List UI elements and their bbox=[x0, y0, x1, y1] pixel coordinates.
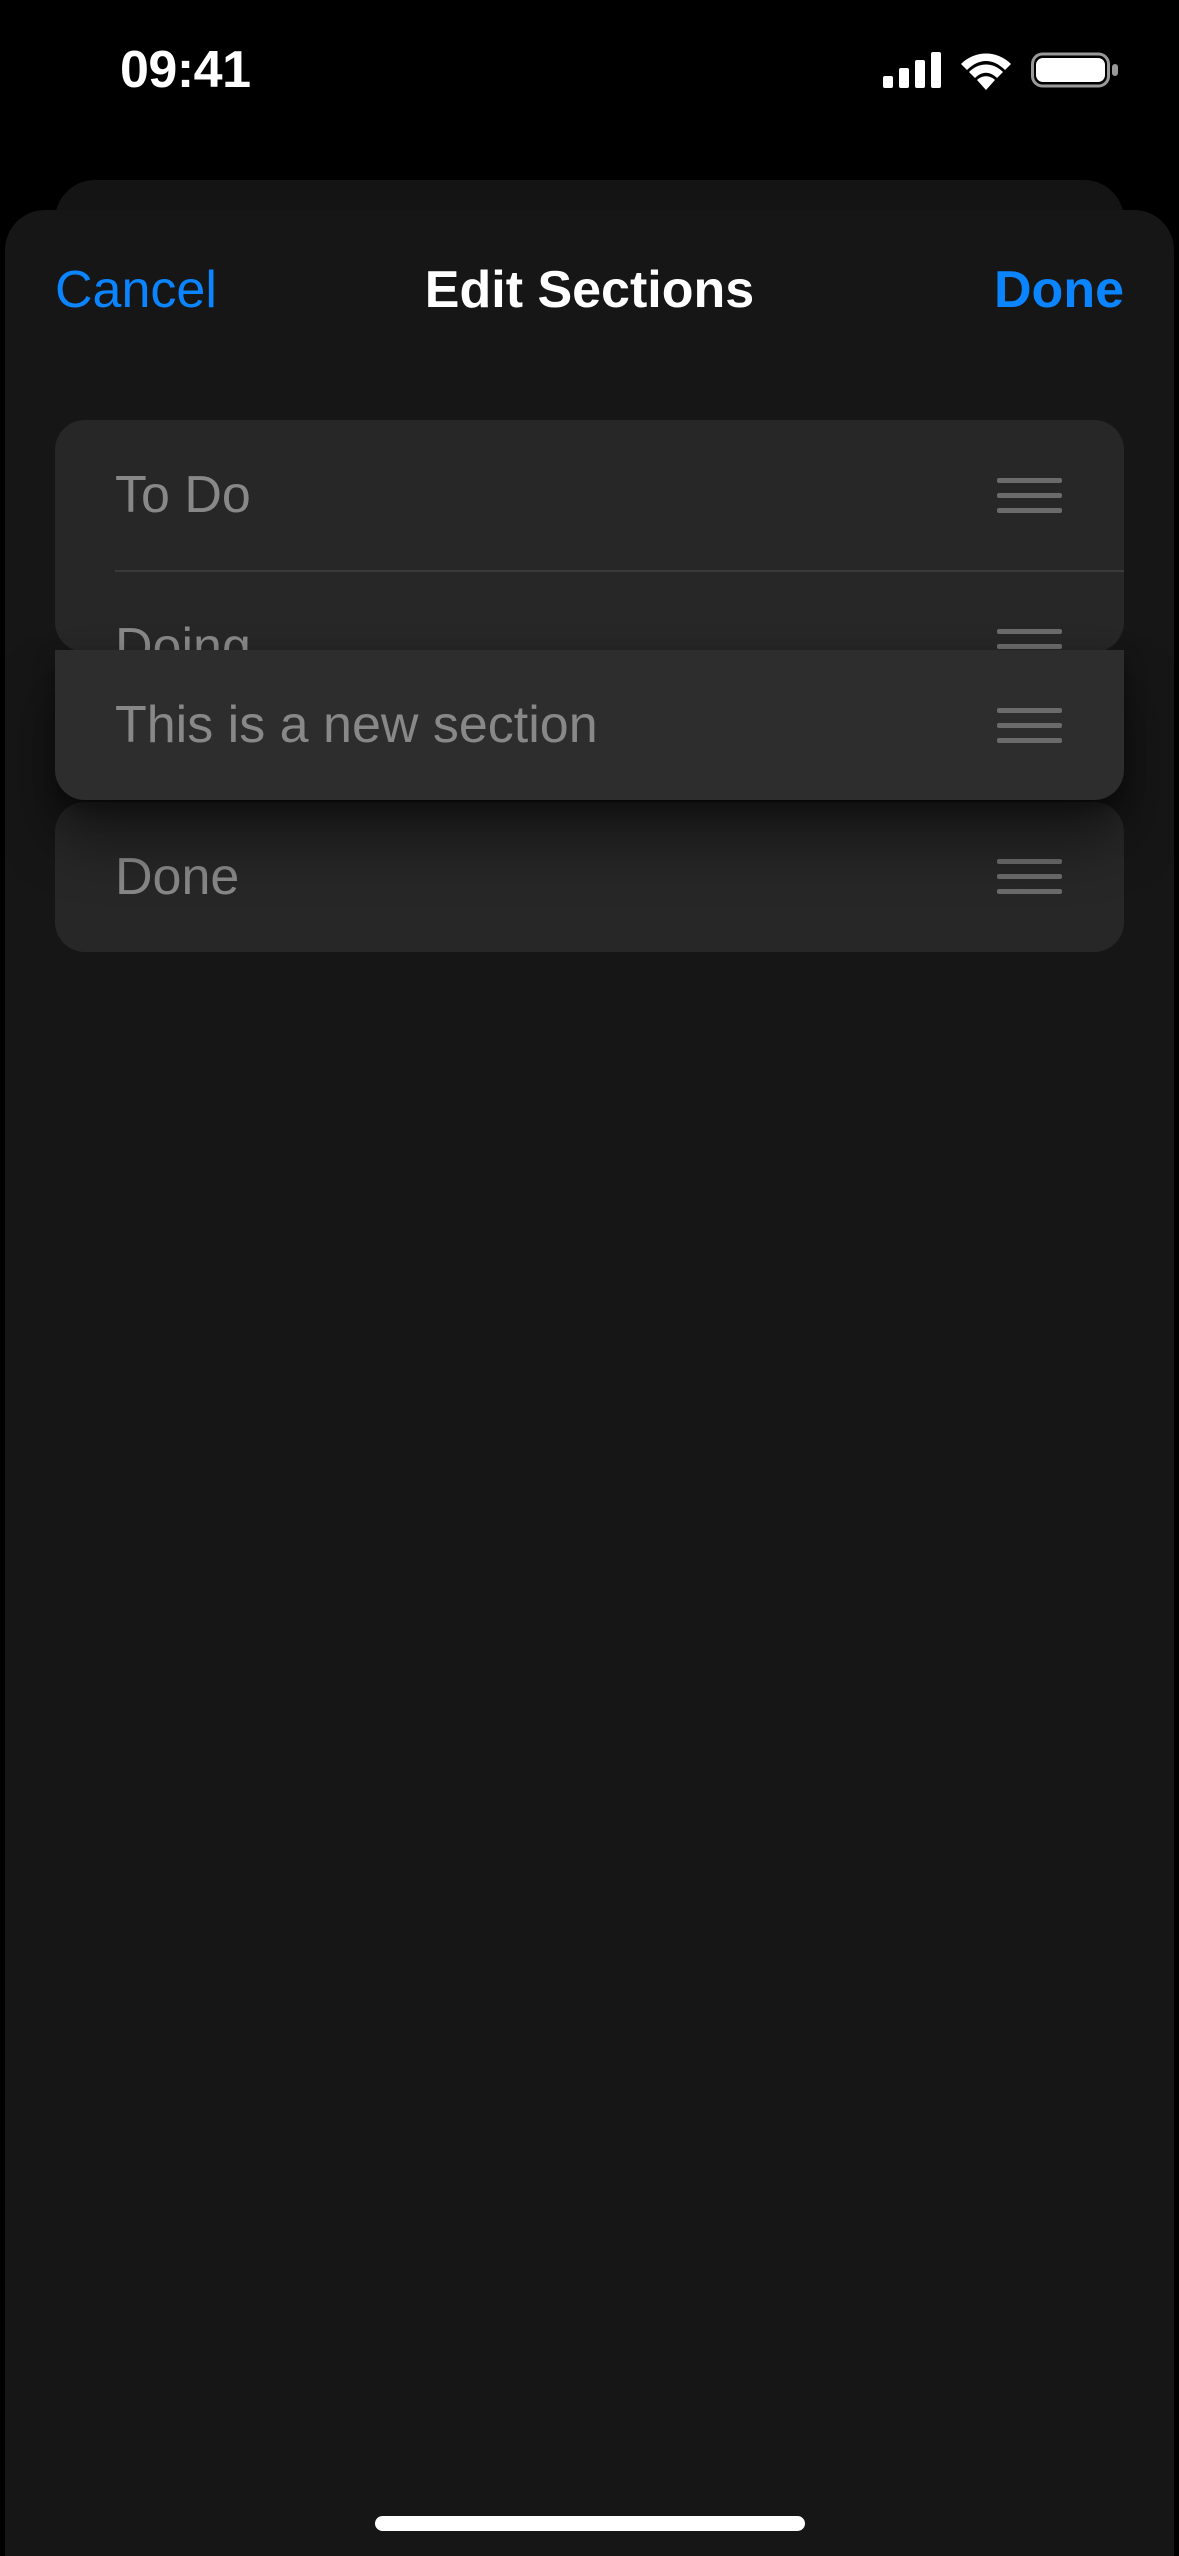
cancel-button[interactable]: Cancel bbox=[55, 260, 217, 320]
edit-sections-sheet: Cancel Edit Sections Done To Do Doing bbox=[5, 210, 1174, 2556]
wifi-icon bbox=[959, 50, 1013, 90]
drag-handle-icon[interactable] bbox=[994, 478, 1064, 513]
section-label: This is a new section bbox=[115, 695, 598, 755]
page-title: Edit Sections bbox=[425, 260, 754, 320]
battery-icon bbox=[1031, 50, 1119, 90]
sections-list: To Do Doing This is a new section bbox=[5, 370, 1174, 952]
section-label: Doing bbox=[115, 617, 251, 652]
section-row-dragging[interactable]: This is a new section bbox=[55, 650, 1124, 800]
section-group-top: To Do Doing bbox=[55, 420, 1124, 652]
drag-handle-icon[interactable] bbox=[994, 629, 1064, 652]
section-row-todo[interactable]: To Do bbox=[55, 420, 1124, 570]
home-indicator[interactable] bbox=[375, 2516, 805, 2531]
status-indicators bbox=[883, 50, 1119, 90]
section-label: To Do bbox=[115, 465, 251, 525]
section-row-done[interactable]: Done bbox=[55, 802, 1124, 952]
section-row-doing[interactable]: Doing bbox=[55, 572, 1124, 652]
done-button[interactable]: Done bbox=[994, 260, 1124, 320]
status-bar: 09:41 bbox=[0, 0, 1179, 140]
status-time: 09:41 bbox=[120, 40, 251, 100]
cellular-icon bbox=[883, 52, 941, 88]
section-label: Done bbox=[115, 847, 239, 907]
drag-handle-icon[interactable] bbox=[994, 859, 1064, 894]
nav-bar: Cancel Edit Sections Done bbox=[5, 210, 1174, 370]
section-row-doing-placeholder: Doing bbox=[55, 572, 1124, 652]
drag-handle-icon[interactable] bbox=[994, 708, 1064, 743]
section-group-bottom: Done bbox=[55, 802, 1124, 952]
